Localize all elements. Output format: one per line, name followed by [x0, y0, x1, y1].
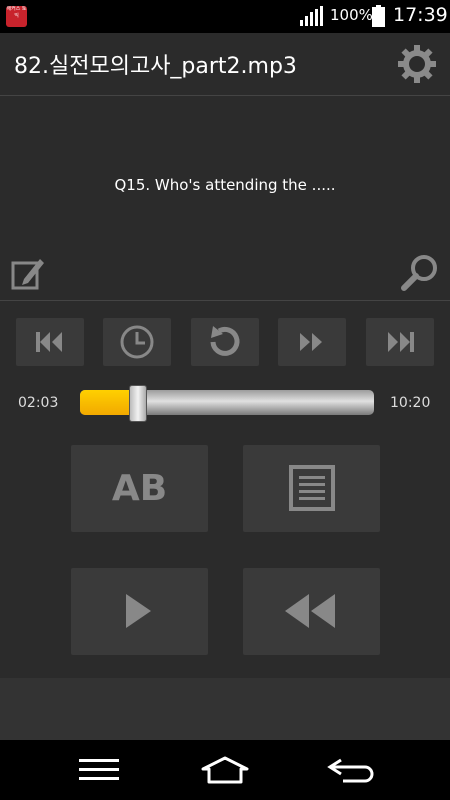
skip-previous-icon	[36, 332, 62, 352]
rewind-icon	[285, 594, 335, 628]
repeat-icon	[210, 326, 240, 356]
subtitle-panel	[0, 96, 450, 301]
repeat-button[interactable]	[191, 318, 259, 366]
ab-repeat-label: AB	[111, 468, 168, 509]
current-time: 02:03	[18, 395, 59, 411]
page-title: 82.실전모의고사_part2.mp3	[14, 54, 297, 79]
edit-icon[interactable]	[10, 255, 46, 291]
script-button[interactable]	[243, 445, 380, 532]
total-time: 10:20	[390, 395, 431, 411]
document-icon	[289, 465, 335, 511]
battery-percent: 100%	[330, 6, 373, 24]
fast-forward-button[interactable]	[278, 318, 346, 366]
bottom-panel	[0, 678, 450, 740]
seek-bar-thumb[interactable]	[129, 385, 148, 422]
skip-next-button[interactable]	[366, 318, 434, 366]
gear-icon[interactable]	[397, 44, 437, 84]
clock-icon	[120, 325, 154, 359]
skip-previous-button[interactable]	[16, 318, 84, 366]
battery-icon	[372, 5, 385, 27]
ab-repeat-button[interactable]: AB	[71, 445, 208, 532]
play-button[interactable]	[71, 568, 208, 655]
subtitle-text: Q15. Who's attending the .....	[114, 176, 336, 194]
menu-icon[interactable]	[78, 757, 120, 783]
play-icon	[126, 594, 151, 628]
status-clock: 17:39	[393, 4, 448, 26]
search-icon[interactable]	[400, 253, 440, 293]
app-notification-icon: 해커스 토익	[6, 6, 27, 27]
fast-forward-icon	[300, 333, 322, 351]
signal-icon	[300, 6, 323, 26]
back-icon[interactable]	[327, 756, 375, 784]
rewind-button[interactable]	[243, 568, 380, 655]
sleep-timer-button[interactable]	[103, 318, 171, 366]
home-icon[interactable]	[200, 755, 250, 785]
skip-next-icon	[388, 332, 414, 352]
